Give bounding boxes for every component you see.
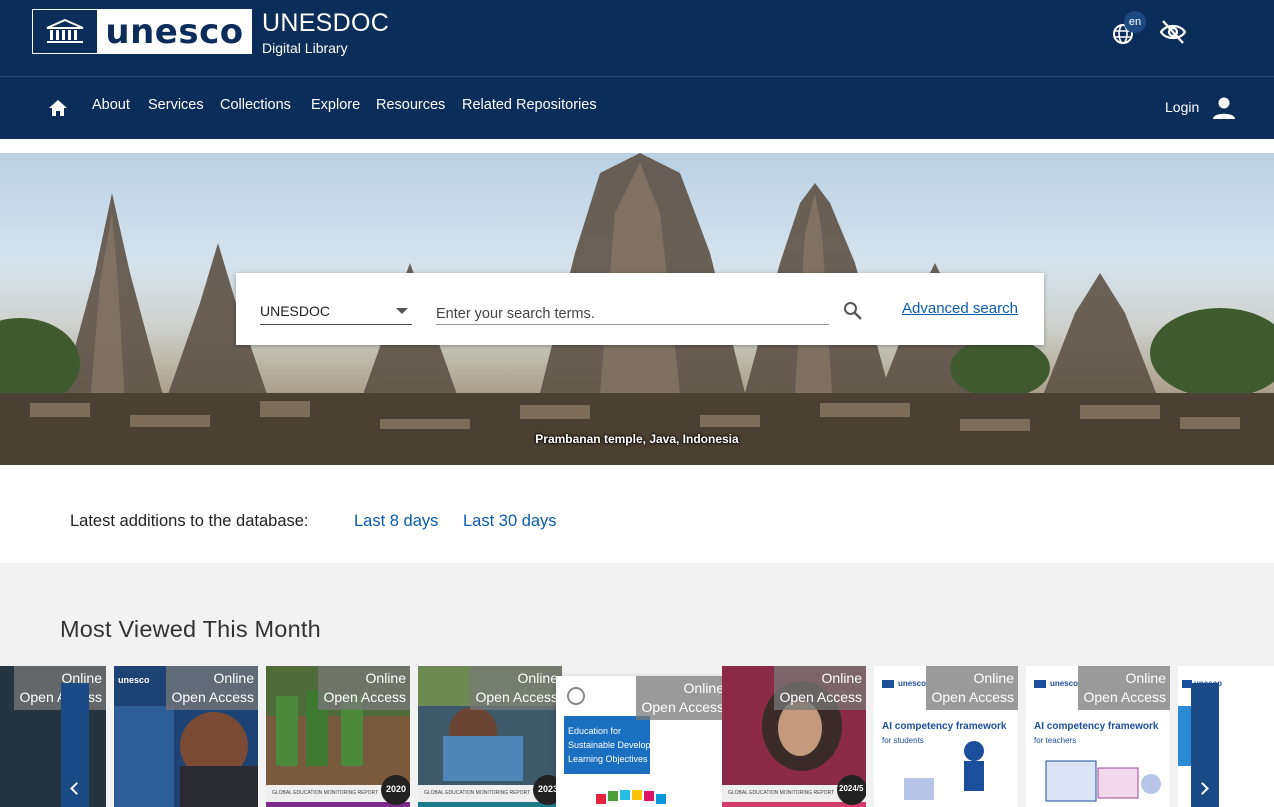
open-access-badge: OnlineOpen Access [165, 666, 258, 710]
cover-text: GLOBAL EDUCATION MONITORING REPORT [424, 790, 531, 796]
cover-subtitle: for teachers [1034, 736, 1077, 745]
cover-subtitle: for students [882, 736, 924, 745]
search-icon[interactable] [841, 299, 865, 323]
hero-caption: Prambanan temple, Java, Indonesia [535, 432, 739, 446]
last-8-days-link[interactable]: Last 8 days [354, 512, 438, 531]
visibility-off-icon[interactable] [1158, 17, 1188, 47]
document-card[interactable]: unesco AI competency framework for stude… [874, 666, 1018, 807]
open-access-badge: OnlineOpen Access [469, 666, 562, 710]
nav-item-services[interactable]: Services [148, 97, 204, 113]
database-selected-value: UNESDOC [260, 303, 331, 319]
cover-text: unesco [1050, 679, 1079, 688]
language-badge: en [1124, 11, 1146, 33]
carousel-next-button[interactable] [1191, 683, 1219, 807]
cover-text: unesco [898, 679, 927, 688]
carousel-prev-button[interactable] [61, 683, 89, 807]
cover-title: AI competency framework [1034, 721, 1159, 732]
document-card[interactable]: Education for Sustainable Development Go… [556, 676, 728, 807]
document-card[interactable]: unesco AI competency framework for teach… [1026, 666, 1170, 807]
unesco-temple-icon [33, 10, 98, 53]
nav-item-resources[interactable]: Resources [376, 97, 445, 113]
site-header: unesco UNESDOC Digital Library en About … [0, 0, 1274, 139]
open-access-badge: OnlineOpen Access [925, 666, 1018, 710]
most-viewed-section: Most Viewed This Month OnlineOpen Access… [0, 563, 1274, 807]
document-card[interactable]: OnlineOpen Access [0, 666, 106, 807]
document-card[interactable]: unesco Online Open Access [114, 666, 258, 807]
nav-item-explore[interactable]: Explore [311, 97, 360, 113]
document-card[interactable]: GLOBAL EDUCATION MONITORING REPORT 2023 … [418, 666, 562, 807]
cover-text: GLOBAL EDUCATION MONITORING REPORT [728, 790, 835, 796]
latest-additions: Latest additions to the database: Last 8… [0, 465, 1274, 563]
nav-item-about[interactable]: About [92, 97, 130, 113]
chevron-left-icon [70, 782, 83, 795]
advanced-search-link[interactable]: Advanced search [902, 300, 1018, 317]
site-subtitle: Digital Library [262, 40, 348, 56]
chevron-down-icon [396, 308, 408, 314]
document-card[interactable]: GLOBAL EDUCATION MONITORING REPORT 2024/… [722, 666, 866, 807]
document-card[interactable]: GLOBAL EDUCATION MONITORING REPORT 2020 … [266, 666, 410, 807]
open-access-badge: OnlineOpen Access [1077, 666, 1170, 710]
open-access-badge: OnlineOpen Access [635, 676, 728, 720]
search-input[interactable] [436, 297, 829, 325]
site-title[interactable]: UNESDOC [262, 9, 389, 38]
open-access-badge: OnlineOpen Access [317, 666, 410, 710]
main-navigation: About Services Collections Explore Resou… [0, 77, 1274, 139]
cover-title: Education for Sustainable Development Go… [568, 726, 697, 764]
cover-text: GLOBAL EDUCATION MONITORING REPORT [272, 790, 379, 796]
cover-title: AI competency framework [882, 721, 1007, 732]
person-icon[interactable] [1210, 94, 1238, 122]
nav-item-related-repositories[interactable]: Related Repositories [462, 97, 597, 113]
home-icon[interactable] [47, 97, 69, 119]
cover-text: unesco [118, 675, 150, 685]
search-panel: UNESDOC Advanced search [236, 273, 1044, 345]
nav-item-collections[interactable]: Collections [220, 97, 291, 113]
most-viewed-title: Most Viewed This Month [60, 616, 321, 642]
latest-additions-label: Latest additions to the database: [70, 512, 309, 530]
open-access-badge: OnlineOpen Access [13, 666, 106, 710]
login-link[interactable]: Login [1165, 99, 1199, 115]
open-access-badge: OnlineOpen Access [773, 666, 866, 710]
chevron-right-icon [1196, 782, 1209, 795]
unesco-logo[interactable]: unesco [32, 9, 252, 54]
cover-year: 2020 [386, 784, 407, 794]
cover-year: 2024/5 [839, 784, 864, 793]
logo-wordmark: unesco [98, 10, 251, 53]
database-select[interactable]: UNESDOC [260, 297, 412, 325]
last-30-days-link[interactable]: Last 30 days [463, 512, 557, 531]
